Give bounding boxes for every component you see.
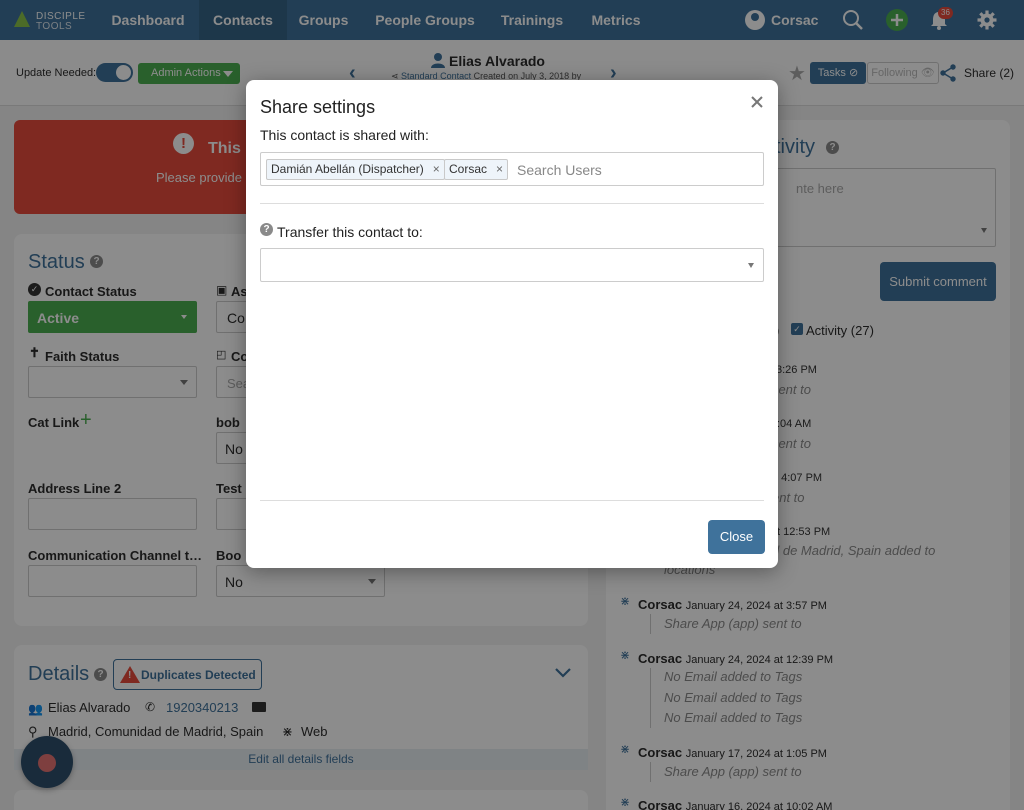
shared-users-input[interactable]: Damián Abellán (Dispatcher) × Corsac × S… (260, 152, 764, 186)
transfer-label: Transfer this contact to: (277, 224, 423, 240)
close-button[interactable]: Close (708, 520, 765, 554)
shared-user-tag: Damián Abellán (Dispatcher) × (266, 159, 445, 180)
remove-user-icon[interactable]: × (496, 160, 503, 179)
search-users-placeholder: Search Users (517, 162, 602, 178)
shared-user-name: Damián Abellán (Dispatcher) (271, 162, 424, 176)
remove-user-icon[interactable]: × (433, 160, 440, 179)
shared-with-label: This contact is shared with: (260, 127, 429, 143)
modal-divider (260, 203, 764, 204)
close-icon[interactable] (749, 94, 765, 110)
modal-footer-divider (260, 500, 764, 501)
transfer-help-icon[interactable]: ? (260, 223, 273, 236)
shared-user-name: Corsac (449, 162, 488, 176)
share-settings-modal: Share settings This contact is shared wi… (246, 80, 778, 568)
modal-title: Share settings (260, 97, 376, 117)
transfer-contact-select[interactable] (260, 248, 764, 282)
chevron-down-icon (748, 263, 754, 268)
shared-user-tag: Corsac × (444, 159, 509, 180)
